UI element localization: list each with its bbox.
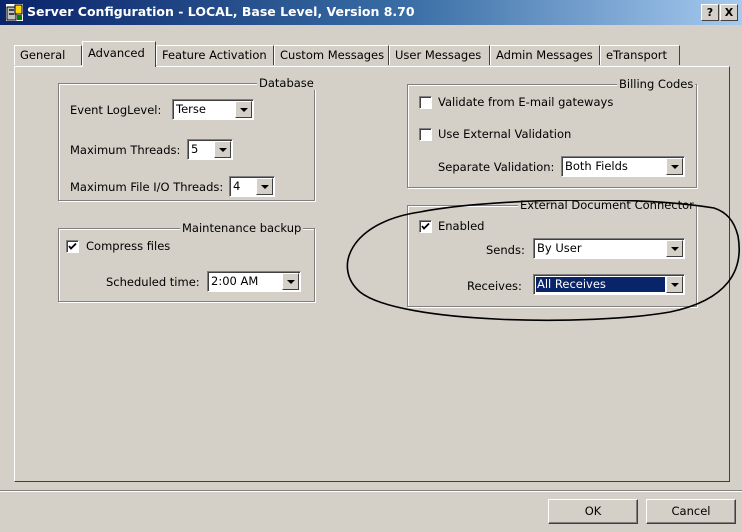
separate-validation-value: Both Fields xyxy=(565,159,628,173)
compress-files-checkbox[interactable] xyxy=(66,240,79,253)
separate-validation-select[interactable]: Both Fields xyxy=(561,156,685,177)
chevron-down-icon[interactable] xyxy=(235,101,252,118)
max-threads-value: 5 xyxy=(191,142,199,156)
chevron-down-icon[interactable] xyxy=(256,178,273,195)
maintenance-legend: Maintenance backup xyxy=(180,221,304,235)
use-external-validation-label[interactable]: Use External Validation xyxy=(438,127,571,141)
billing-codes-legend: Billing Codes xyxy=(617,77,696,91)
max-file-io-select[interactable]: 4 xyxy=(229,176,275,197)
scheduled-time-select[interactable]: 2:00 AM xyxy=(207,271,301,292)
help-button[interactable]: ? xyxy=(701,4,719,21)
tab-user-messages[interactable]: User Messages xyxy=(389,45,490,65)
max-file-io-label: Maximum File I/O Threads: xyxy=(70,180,224,194)
separate-validation-label: Separate Validation: xyxy=(438,160,555,174)
tab-custom-messages[interactable]: Custom Messages xyxy=(274,45,389,65)
max-threads-label: Maximum Threads: xyxy=(70,143,181,157)
database-legend: Database xyxy=(257,76,316,90)
use-external-validation-checkbox[interactable] xyxy=(419,128,432,141)
tab-advanced[interactable]: Advanced xyxy=(82,41,156,67)
close-button[interactable]: X xyxy=(720,4,738,21)
max-file-io-value: 4 xyxy=(233,179,241,193)
window-title: Server Configuration - LOCAL, Base Level… xyxy=(27,4,415,19)
server-config-app-icon xyxy=(6,4,23,21)
compress-files-label[interactable]: Compress files xyxy=(86,239,170,253)
tab-admin-messages[interactable]: Admin Messages xyxy=(490,45,600,65)
checkmark-icon xyxy=(68,242,77,250)
max-threads-select[interactable]: 5 xyxy=(187,139,233,160)
tab-etransport[interactable]: eTransport xyxy=(600,45,680,65)
chevron-down-icon[interactable] xyxy=(666,158,683,175)
event-loglevel-select[interactable]: Terse xyxy=(172,99,254,120)
tab-feature-activation[interactable]: Feature Activation xyxy=(156,45,274,65)
scheduled-time-value: 2:00 AM xyxy=(211,274,259,288)
validate-email-label[interactable]: Validate from E-mail gateways xyxy=(438,95,613,109)
chevron-down-icon[interactable] xyxy=(282,273,299,290)
cancel-button[interactable]: Cancel xyxy=(646,499,736,524)
tab-general[interactable]: General xyxy=(14,45,82,65)
ok-button[interactable]: OK xyxy=(548,499,638,524)
footer-separator xyxy=(0,490,742,492)
event-loglevel-value: Terse xyxy=(176,102,206,116)
chevron-down-icon[interactable] xyxy=(214,141,231,158)
event-loglevel-label: Event LogLevel: xyxy=(70,103,162,117)
scheduled-time-label: Scheduled time: xyxy=(106,275,200,289)
validate-email-checkbox[interactable] xyxy=(419,96,432,109)
annotation-ellipse xyxy=(346,200,740,322)
